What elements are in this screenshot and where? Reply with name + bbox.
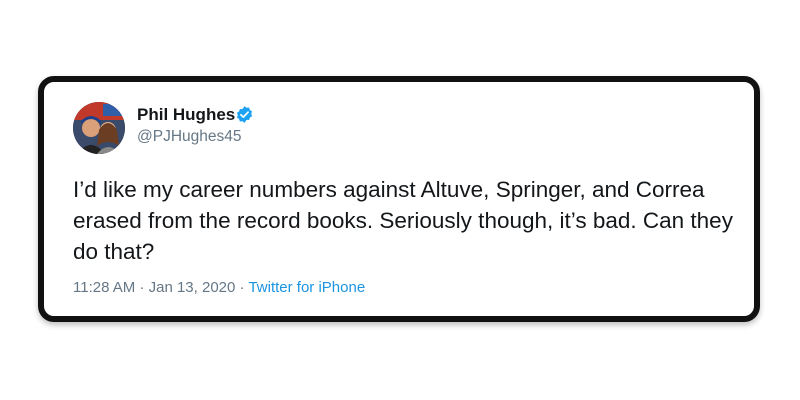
tweet-meta: 11:28 AM · Jan 13, 2020 · Twitter for iP… — [73, 279, 365, 296]
verified-badge-icon — [236, 106, 253, 123]
profile-photo-icon — [73, 102, 125, 154]
tweet-time[interactable]: 11:28 AM — [73, 279, 135, 296]
avatar[interactable] — [73, 102, 125, 154]
author-name[interactable]: Phil Hughes — [137, 105, 235, 125]
tweet-card: Phil Hughes @PJHughes45 I’d like my care… — [38, 76, 760, 322]
tweet-text: I’d like my career numbers against Altuv… — [73, 177, 733, 264]
meta-separator: · — [139, 279, 145, 296]
tweet-source-link[interactable]: Twitter for iPhone — [248, 279, 365, 296]
author-handle[interactable]: @PJHughes45 — [137, 128, 242, 146]
meta-separator: · — [239, 279, 245, 296]
tweet-date[interactable]: Jan 13, 2020 — [149, 279, 236, 296]
